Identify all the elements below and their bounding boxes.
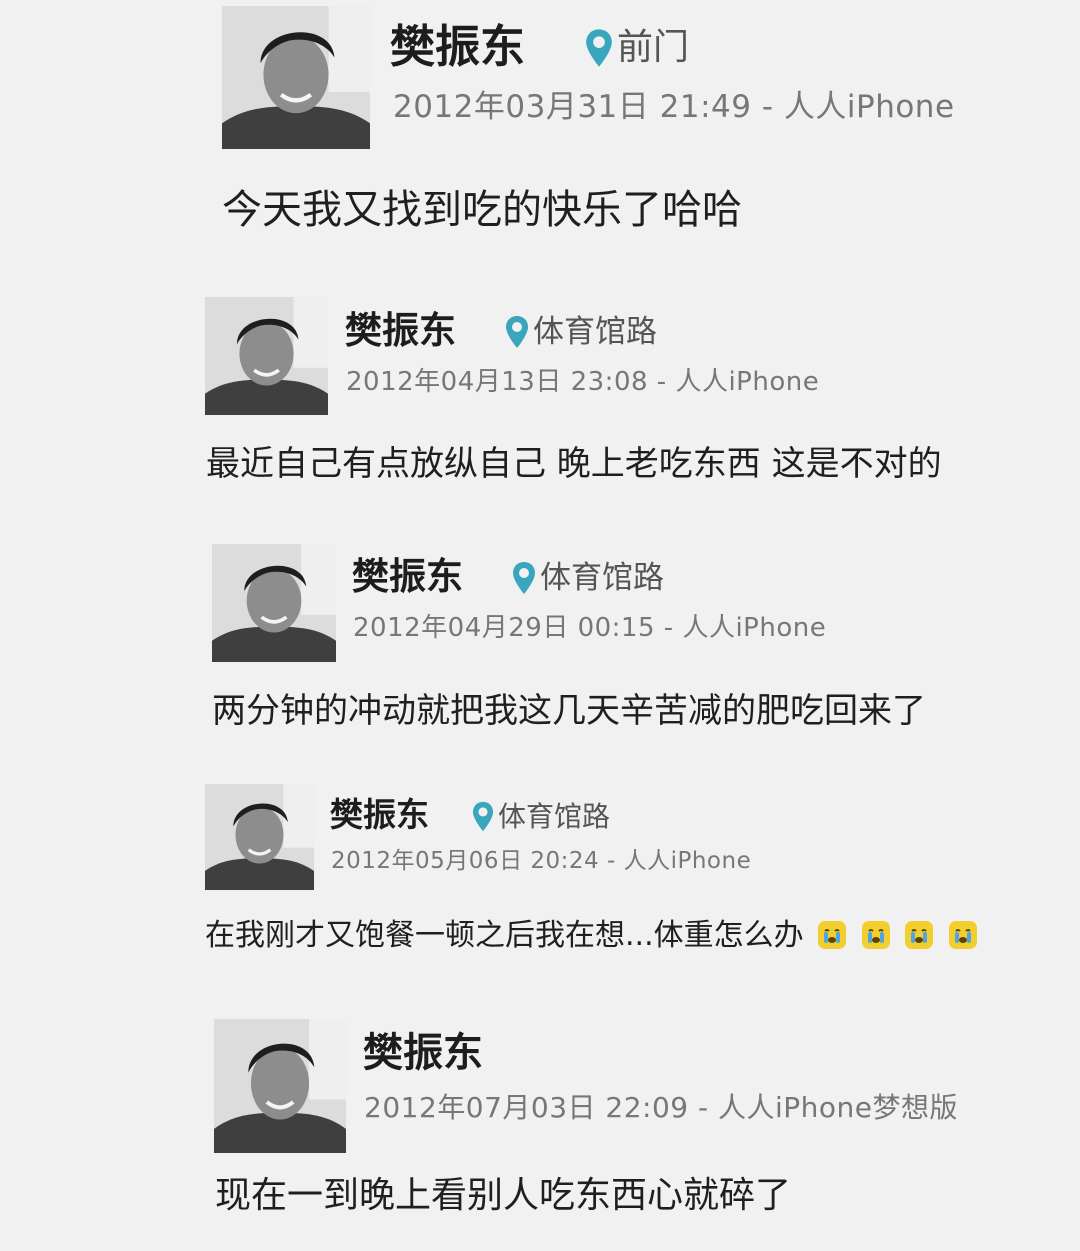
meta-separator: - bbox=[688, 1091, 719, 1124]
avatar[interactable] bbox=[212, 544, 336, 662]
location-pin-icon bbox=[513, 562, 535, 594]
location-pin-icon bbox=[506, 316, 528, 348]
post-meta: 2012年04月13日 23:08 - 人人iPhone bbox=[346, 369, 819, 395]
post-content: 最近自己有点放纵自己 晚上老吃东西 这是不对的 bbox=[206, 444, 942, 484]
post-content: 现在一到晚上看别人吃东西心就碎了 bbox=[215, 1175, 792, 1216]
avatar[interactable] bbox=[222, 6, 370, 149]
post-source: 人人iPhone梦想版 bbox=[718, 1091, 959, 1124]
location-tag[interactable]: 体育馆路 bbox=[505, 315, 657, 349]
location-tag[interactable]: 体育馆路 bbox=[472, 801, 610, 832]
author-name[interactable]: 樊振东 bbox=[330, 798, 429, 831]
author-name[interactable]: 樊振东 bbox=[363, 1033, 483, 1073]
avatar[interactable] bbox=[205, 297, 328, 415]
crying-face-icon bbox=[905, 921, 934, 949]
emoji-group bbox=[813, 918, 978, 953]
location-label: 体育馆路 bbox=[540, 559, 664, 596]
crying-face-icon bbox=[861, 921, 890, 949]
post-datetime: 2012年05月06日 20:24 bbox=[331, 848, 600, 874]
location-pin-icon bbox=[586, 29, 612, 67]
post-content: 在我刚才又饱餐一顿之后我在想...体重怎么办 bbox=[205, 918, 804, 953]
meta-separator: - bbox=[751, 89, 784, 125]
post-meta: 2012年03月31日 21:49 - 人人iPhone bbox=[393, 92, 955, 123]
post-source: 人人iPhone bbox=[675, 367, 820, 397]
avatar-photo-icon bbox=[205, 784, 314, 890]
meta-separator: - bbox=[655, 613, 683, 643]
crying-face-icon bbox=[818, 921, 847, 949]
avatar-photo-icon bbox=[212, 544, 336, 662]
avatar-photo-icon bbox=[222, 6, 370, 149]
avatar-photo-icon bbox=[214, 1019, 346, 1153]
post-4: 樊振东 体育馆路 2012年05月06日 20:24 - 人人iPhone 在我… bbox=[0, 770, 1080, 1010]
author-name[interactable]: 樊振东 bbox=[345, 312, 456, 349]
location-label: 前门 bbox=[617, 27, 690, 68]
avatar-photo-icon bbox=[205, 297, 328, 415]
post-meta: 2012年05月06日 20:24 - 人人iPhone bbox=[331, 850, 751, 873]
location-pin-icon bbox=[472, 801, 494, 832]
post-content-line: 在我刚才又饱餐一顿之后我在想...体重怎么办 bbox=[205, 920, 978, 951]
author-name[interactable]: 樊振东 bbox=[390, 24, 525, 69]
meta-separator: - bbox=[648, 367, 676, 397]
post-datetime: 2012年04月29日 00:15 bbox=[353, 613, 656, 643]
post-source: 人人iPhone bbox=[783, 89, 955, 125]
post-source: 人人iPhone bbox=[623, 848, 752, 874]
post-meta: 2012年04月29日 00:15 - 人人iPhone bbox=[353, 615, 826, 641]
author-name[interactable]: 樊振东 bbox=[352, 558, 463, 595]
post-datetime: 2012年04月13日 23:08 bbox=[346, 367, 649, 397]
location-tag[interactable]: 体育馆路 bbox=[512, 561, 664, 595]
crying-face-icon bbox=[948, 921, 977, 949]
post-meta: 2012年07月03日 22:09 - 人人iPhone梦想版 bbox=[364, 1094, 958, 1122]
post-datetime: 2012年07月03日 22:09 bbox=[364, 1091, 689, 1124]
location-label: 体育馆路 bbox=[533, 313, 657, 350]
avatar[interactable] bbox=[214, 1019, 346, 1153]
post-5: 樊振东 2012年07月03日 22:09 - 人人iPhone梦想版 现在一到… bbox=[0, 1010, 1080, 1251]
post-datetime: 2012年03月31日 21:49 bbox=[393, 89, 752, 125]
avatar[interactable] bbox=[205, 784, 314, 890]
post-2: 樊振东 体育馆路 2012年04月13日 23:08 - 人人iPhone 最近… bbox=[0, 260, 1080, 510]
post-source: 人人iPhone bbox=[682, 613, 827, 643]
post-content: 今天我又找到吃的快乐了哈哈 bbox=[222, 187, 742, 233]
post-3: 樊振东 体育馆路 2012年04月29日 00:15 - 人人iPhone 两分… bbox=[0, 510, 1080, 770]
post-1: 樊振东 前门 2012年03月31日 21:49 - 人人iPhone 今天我又… bbox=[0, 0, 1080, 260]
post-content: 两分钟的冲动就把我这几天辛苦减的肥吃回来了 bbox=[212, 691, 926, 731]
meta-separator: - bbox=[599, 848, 624, 874]
location-tag[interactable]: 前门 bbox=[585, 28, 689, 68]
location-label: 体育馆路 bbox=[498, 799, 611, 833]
